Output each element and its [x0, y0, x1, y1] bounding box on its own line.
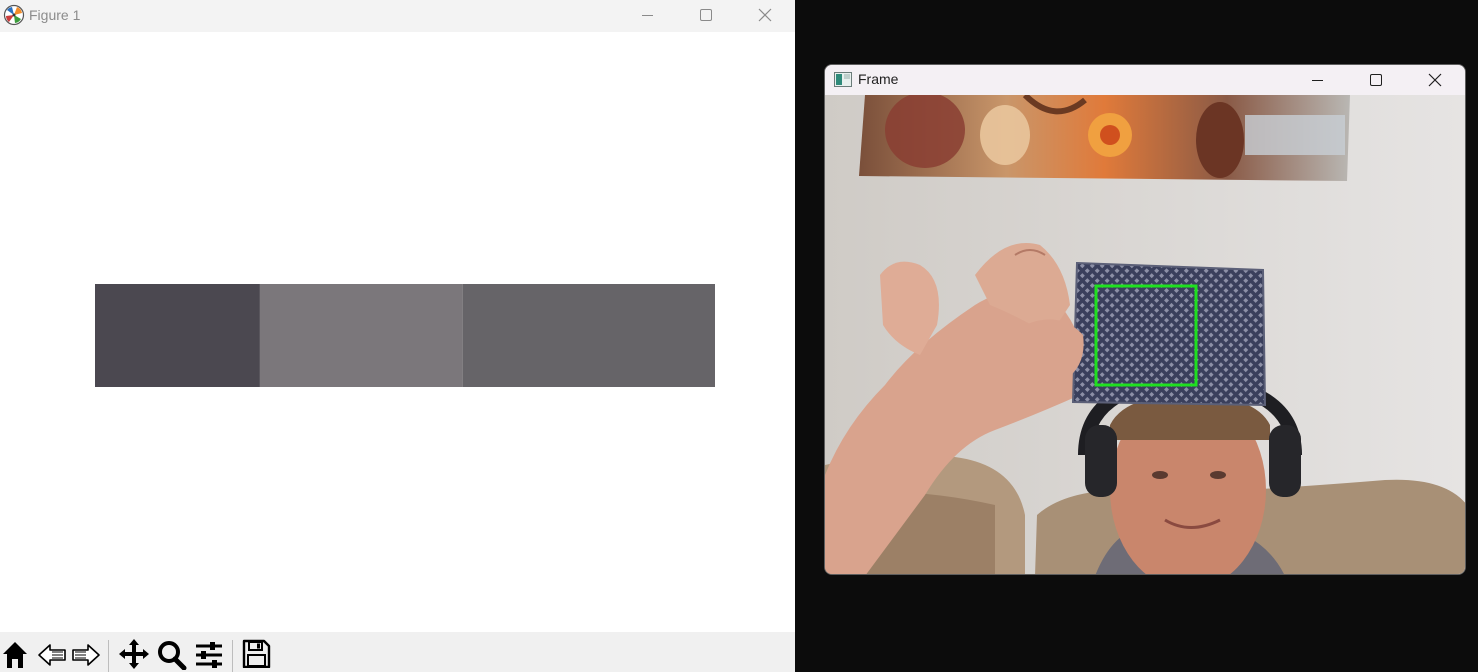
close-icon: [758, 8, 772, 22]
wall-poster: [859, 95, 1350, 181]
window-title: Figure 1: [29, 7, 81, 23]
minimize-button[interactable]: [1289, 65, 1347, 95]
window-title: Frame: [858, 71, 899, 87]
home-button[interactable]: [0, 638, 32, 672]
minimize-icon: [1312, 80, 1323, 81]
save-button[interactable]: [239, 638, 273, 672]
forward-icon: [72, 644, 100, 666]
configure-subplots-icon: [196, 642, 222, 668]
home-icon: [3, 642, 27, 668]
figure-window: Figure 1: [0, 0, 795, 672]
minimize-icon: [642, 15, 653, 16]
minimize-button[interactable]: [619, 0, 677, 30]
back-icon: [38, 644, 66, 666]
figure-canvas[interactable]: [0, 32, 795, 632]
maximize-icon: [1370, 74, 1382, 86]
pan-icon: [119, 639, 149, 669]
maximize-icon: [700, 9, 712, 21]
toolbar-separator: [232, 640, 233, 672]
matplotlib-app-icon: [3, 4, 25, 26]
maximize-button[interactable]: [677, 0, 735, 30]
close-button[interactable]: [1406, 65, 1464, 95]
navigation-toolbar: [0, 632, 795, 672]
zoom-button[interactable]: [155, 638, 189, 672]
color-swatch-1: [95, 284, 260, 387]
webcam-frame-image: [825, 95, 1465, 574]
configure-subplots-button[interactable]: [192, 638, 226, 672]
maximize-button[interactable]: [1347, 65, 1405, 95]
pan-button[interactable]: [117, 638, 151, 672]
color-swatch-3: [462, 284, 715, 387]
back-button[interactable]: [35, 638, 69, 672]
zoom-icon: [158, 641, 187, 670]
opencv-window-icon: [834, 72, 852, 87]
frame-titlebar[interactable]: Frame: [825, 65, 1465, 95]
close-icon: [1428, 73, 1442, 87]
color-swatch-2: [259, 284, 463, 387]
figure-titlebar[interactable]: Figure 1: [0, 0, 795, 32]
toolbar-separator: [108, 640, 109, 672]
camera-frame-window: Frame: [824, 64, 1466, 575]
save-icon: [242, 639, 271, 668]
color-swatch-bar: [95, 284, 715, 387]
forward-button[interactable]: [69, 638, 103, 672]
close-button[interactable]: [736, 0, 794, 30]
